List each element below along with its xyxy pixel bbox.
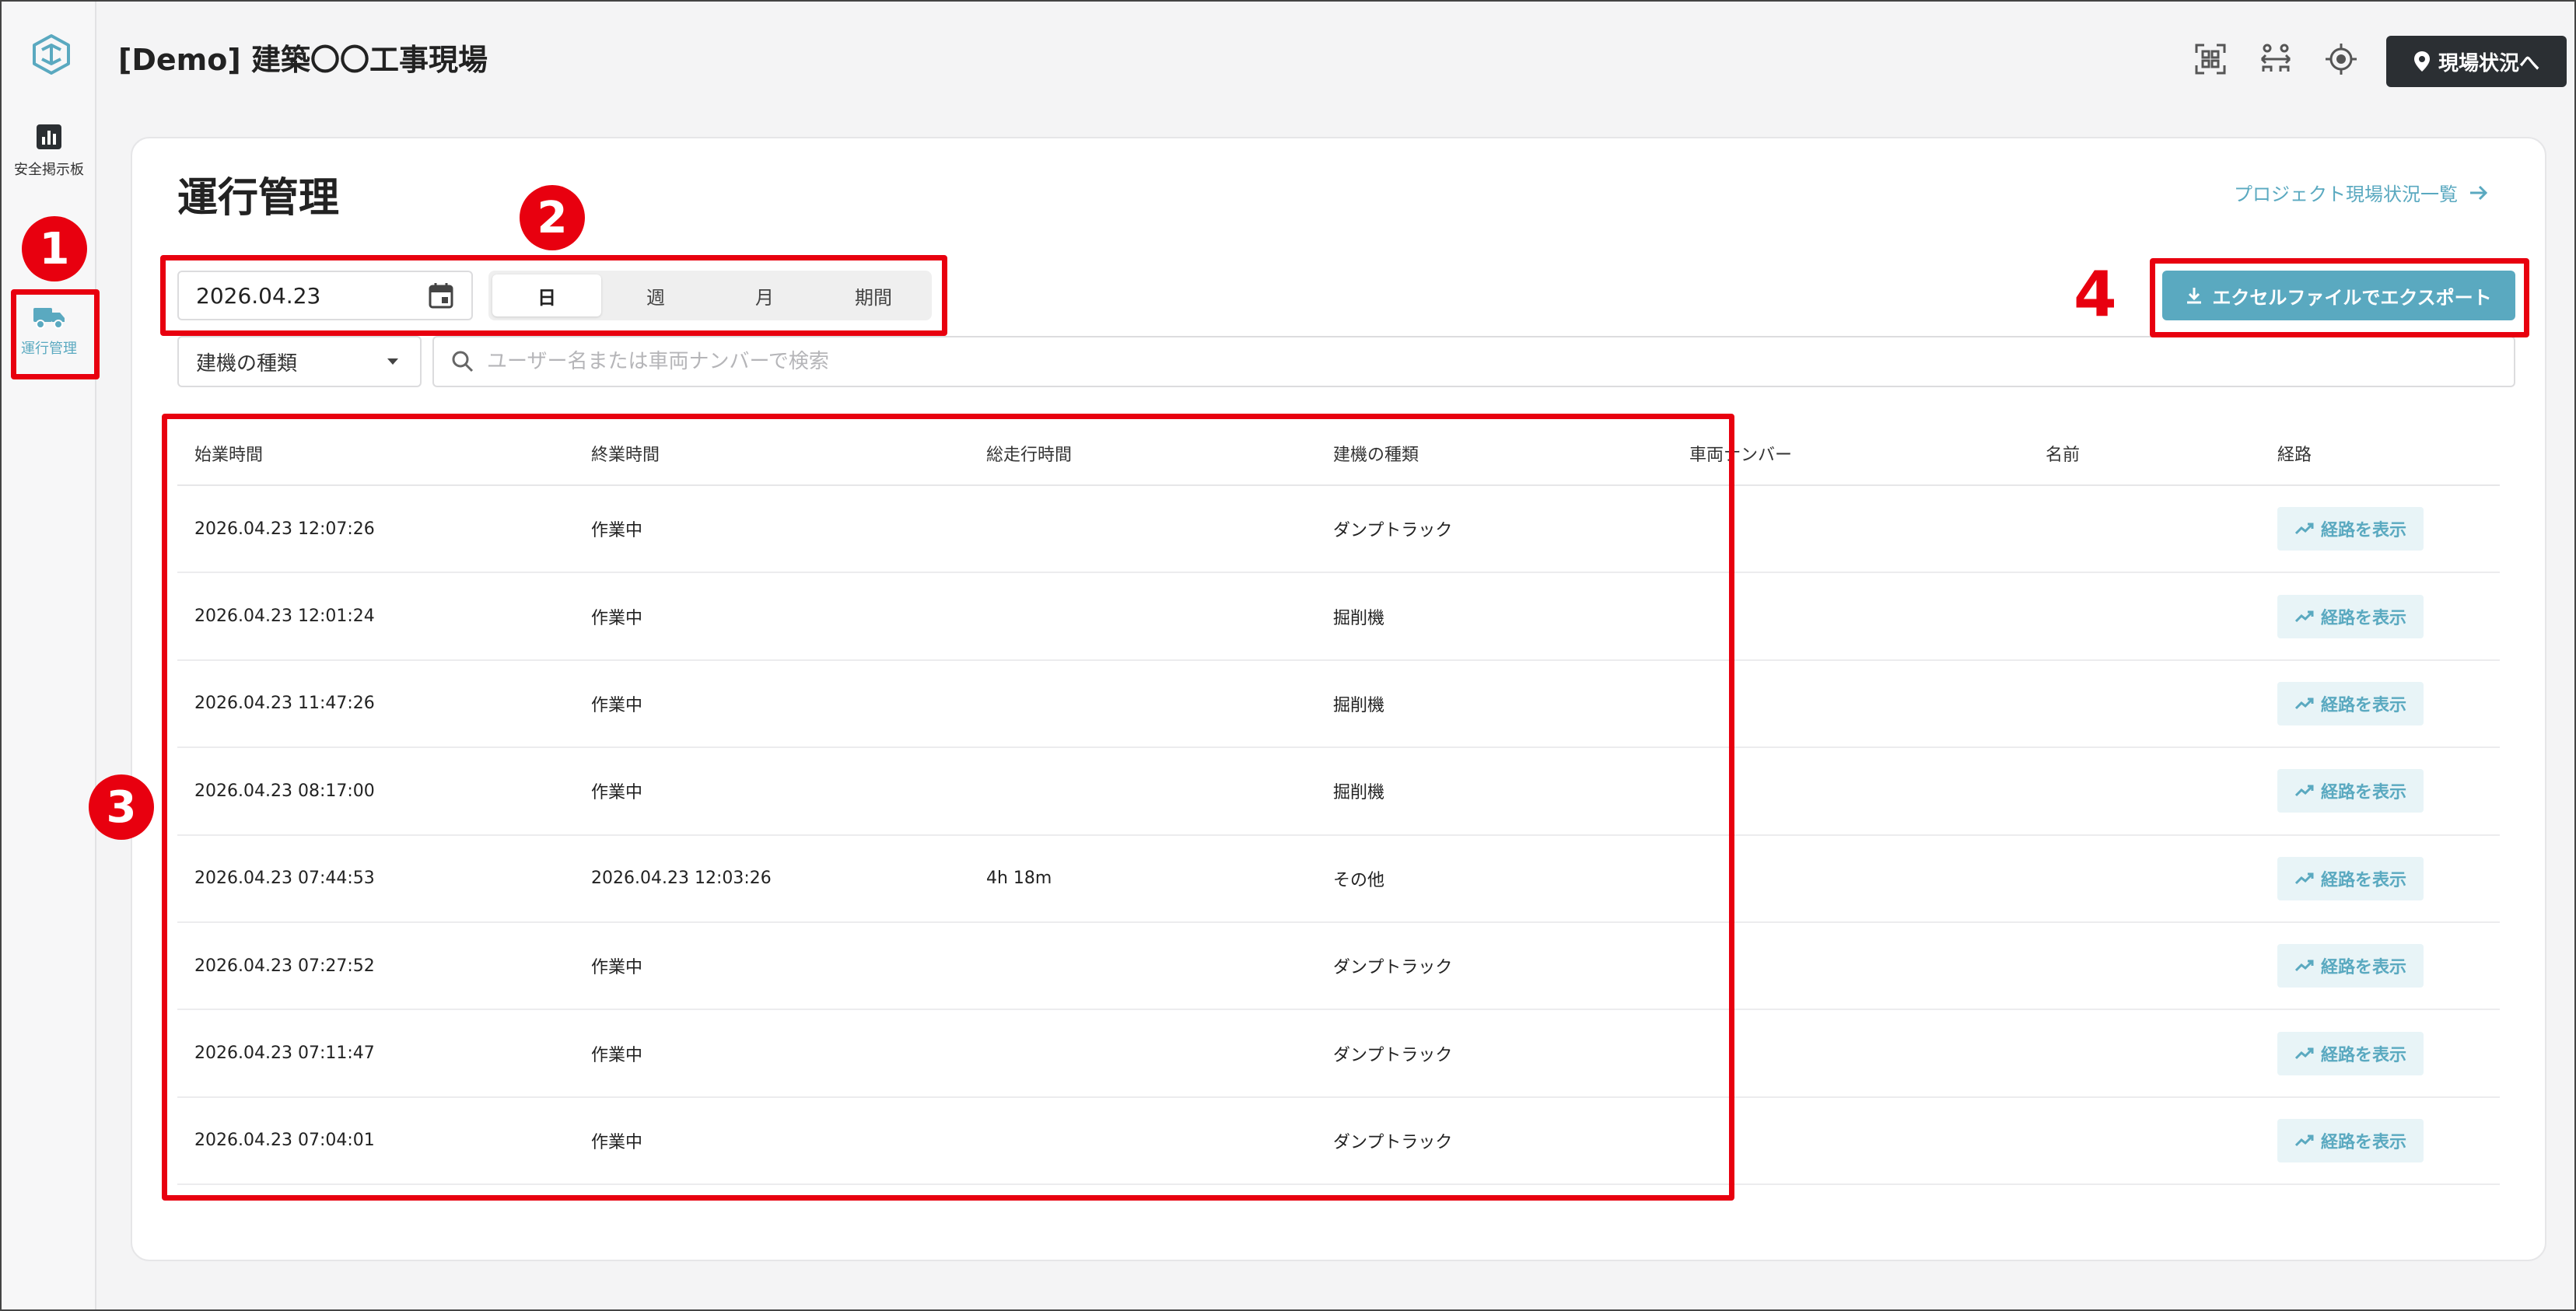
trending-up-icon	[2294, 1134, 2314, 1146]
cell-route: 経路を表示	[2260, 921, 2500, 1011]
annotation-number-4: 4	[2074, 258, 2117, 330]
page-title: 運行管理	[177, 175, 340, 222]
show-route-button[interactable]: 経路を表示	[2277, 1118, 2424, 1162]
annotation-number-1: 1	[22, 216, 87, 281]
sidebar-item-safety-board[interactable]: 安全掲示板	[2, 123, 96, 179]
route-label: 経路を表示	[2321, 608, 2407, 628]
arrow-right-icon	[2470, 185, 2488, 200]
cell-name	[2028, 485, 2260, 574]
header-route: 経路	[2260, 421, 2500, 486]
location-target-icon[interactable]	[2324, 42, 2358, 76]
trending-up-icon	[2294, 1047, 2314, 1059]
route-label: 経路を表示	[2321, 695, 2407, 715]
cell-name	[2028, 1009, 2260, 1098]
annotation-box-4	[2150, 258, 2529, 337]
show-route-button[interactable]: 経路を表示	[2277, 681, 2424, 725]
cell-name	[2028, 747, 2260, 836]
trending-up-icon	[2294, 697, 2314, 710]
cell-route: 経路を表示	[2260, 1009, 2500, 1098]
cell-route: 経路を表示	[2260, 834, 2500, 923]
search-input[interactable]	[487, 350, 2497, 373]
sidebar-item-label: 安全掲示板	[14, 162, 84, 178]
cell-name	[2028, 659, 2260, 749]
caret-down-icon	[387, 358, 398, 365]
cell-name	[2028, 1096, 2260, 1186]
route-label: 経路を表示	[2321, 1045, 2407, 1065]
project-link-label: プロジェクト現場状況一覧	[2234, 184, 2458, 205]
show-route-button[interactable]: 経路を表示	[2277, 856, 2424, 900]
qr-code-icon[interactable]	[2193, 42, 2228, 76]
cell-name	[2028, 921, 2260, 1011]
cell-route: 経路を表示	[2260, 659, 2500, 749]
cell-name	[2028, 572, 2260, 661]
route-label: 経路を表示	[2321, 783, 2407, 803]
show-route-button[interactable]: 経路を表示	[2277, 507, 2424, 551]
trending-up-icon	[2294, 960, 2314, 972]
cell-route: 経路を表示	[2260, 1096, 2500, 1186]
project-status-list-link[interactable]: プロジェクト現場状況一覧	[2234, 179, 2489, 206]
people-distance-icon[interactable]	[2259, 42, 2293, 76]
header-name[interactable]: 名前	[2028, 421, 2260, 486]
trending-up-icon	[2294, 785, 2314, 797]
trending-up-icon	[2294, 523, 2314, 535]
search-field[interactable]	[432, 336, 2515, 387]
cell-route: 経路を表示	[2260, 747, 2500, 836]
annotation-box-3	[162, 414, 1734, 1201]
route-label: 経路を表示	[2321, 1132, 2407, 1152]
app-logo-icon[interactable]	[30, 33, 73, 76]
annotation-number-3: 3	[89, 774, 154, 840]
app-title: [Demo] 建築〇〇工事現場	[118, 43, 488, 77]
site-status-label: 現場状況へ	[2438, 51, 2539, 75]
site-status-button[interactable]: 現場状況へ	[2386, 36, 2567, 87]
cell-route: 経路を表示	[2260, 572, 2500, 661]
map-pin-icon	[2413, 51, 2430, 72]
sidebar: 安全掲示板 運行管理	[2, 2, 96, 1309]
show-route-button[interactable]: 経路を表示	[2277, 944, 2424, 988]
machine-type-label: 建機の種類	[196, 351, 298, 376]
show-route-button[interactable]: 経路を表示	[2277, 769, 2424, 813]
trending-up-icon	[2294, 610, 2314, 622]
cell-route: 経路を表示	[2260, 485, 2500, 574]
trending-up-icon	[2294, 872, 2314, 884]
machine-type-select[interactable]: 建機の種類	[177, 336, 422, 387]
bar-chart-icon	[37, 124, 61, 149]
route-label: 経路を表示	[2321, 870, 2407, 890]
annotation-box-2	[160, 255, 947, 336]
show-route-button[interactable]: 経路を表示	[2277, 1031, 2424, 1075]
route-label: 経路を表示	[2321, 958, 2407, 978]
annotation-box-1	[11, 289, 100, 379]
route-label: 経路を表示	[2321, 521, 2407, 541]
cell-name	[2028, 834, 2260, 923]
search-icon	[452, 351, 474, 372]
annotation-number-2: 2	[520, 185, 585, 250]
show-route-button[interactable]: 経路を表示	[2277, 594, 2424, 638]
